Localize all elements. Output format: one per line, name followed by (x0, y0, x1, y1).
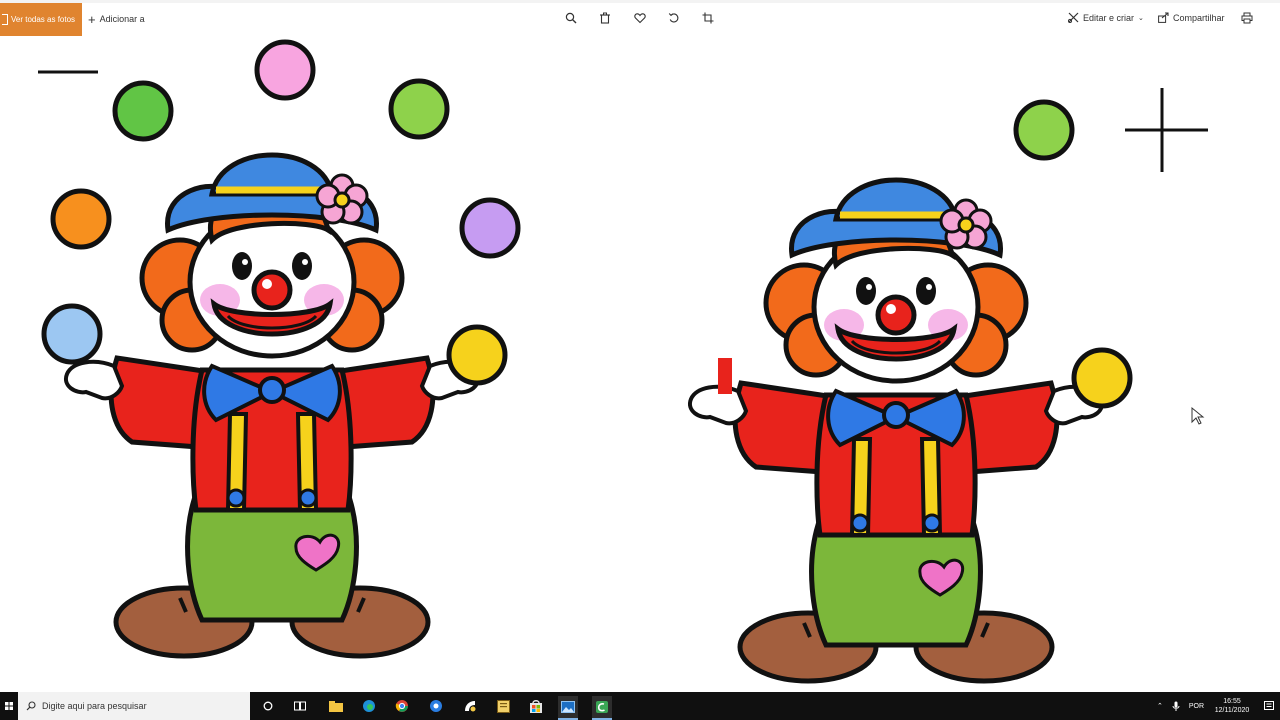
notepad-icon[interactable] (493, 696, 513, 716)
edge-browser-icon[interactable] (359, 696, 379, 716)
photo-viewer-canvas (0, 38, 1280, 692)
paint-icon[interactable] (460, 696, 480, 716)
windows-taskbar: Digite aqui para pesquisar ⌃ POR 16:55 1… (0, 692, 1280, 720)
start-button[interactable] (0, 692, 18, 720)
print-icon[interactable] (1239, 10, 1255, 26)
chrome-icon[interactable] (392, 696, 412, 716)
delete-icon[interactable] (597, 10, 613, 26)
right-clown-image (690, 88, 1208, 681)
share-button[interactable]: Compartilhar (1158, 12, 1225, 23)
taskbar-search-box[interactable]: Digite aqui para pesquisar (18, 692, 250, 720)
favorite-heart-icon[interactable] (632, 10, 648, 26)
light-blue-ball (41, 303, 103, 365)
orange-ball (50, 188, 112, 250)
clock-date: 12/11/2020 (1214, 707, 1250, 714)
red-marker (718, 358, 732, 394)
crop-icon[interactable] (700, 10, 716, 26)
add-to-label: Adicionar a (99, 14, 145, 24)
yellow-ball (1071, 347, 1133, 409)
store-icon[interactable] (526, 696, 546, 716)
pink-ball (254, 39, 316, 101)
camtasia-icon[interactable] (592, 696, 612, 720)
title-strip (0, 0, 1280, 3)
zoom-icon[interactable] (563, 10, 579, 26)
clock-time: 16:55 (1223, 698, 1241, 705)
purple-ball (459, 197, 521, 259)
left-clown-image (38, 39, 521, 656)
clock[interactable]: 16:55 12/11/2020 (1212, 692, 1252, 720)
photos-app-icon[interactable] (558, 696, 578, 720)
language-indicator[interactable]: POR (1189, 703, 1204, 710)
search-icon (26, 701, 36, 711)
cortana-icon[interactable] (258, 696, 278, 716)
plus-icon: + (88, 11, 96, 27)
edit-create-button[interactable]: Editar e criar ⌄ (1068, 12, 1144, 23)
windows-logo-icon (5, 702, 13, 710)
edit-create-label: Editar e criar (1083, 12, 1135, 23)
share-icon (1158, 12, 1169, 23)
file-explorer-icon[interactable] (326, 696, 346, 716)
chevron-up-icon[interactable]: ⌃ (1157, 702, 1163, 710)
back-icon (2, 14, 8, 25)
rotate-icon[interactable] (666, 10, 682, 26)
yellow-ball (446, 324, 508, 386)
share-label: Compartilhar (1173, 12, 1225, 23)
lime-ball (1013, 99, 1075, 161)
green-ball (112, 80, 174, 142)
view-all-photos-label: Ver todas as fotos (11, 15, 76, 24)
task-view-icon[interactable] (290, 696, 310, 716)
system-tray: ⌃ POR (1157, 692, 1204, 720)
edit-tools-icon (1068, 12, 1079, 23)
search-placeholder: Digite aqui para pesquisar (42, 701, 147, 711)
mouse-cursor-icon (1191, 406, 1205, 425)
add-to-button[interactable]: + Adicionar a (88, 12, 145, 26)
browser-icon[interactable] (426, 696, 446, 716)
microphone-icon[interactable] (1172, 701, 1180, 711)
lime-ball (388, 78, 450, 140)
chevron-down-icon: ⌄ (1138, 14, 1144, 22)
notifications-icon[interactable] (1262, 692, 1276, 720)
photos-toolbar: Ver todas as fotos + Adicionar a Editar … (0, 0, 1280, 38)
view-all-photos-button[interactable]: Ver todas as fotos (0, 3, 82, 36)
